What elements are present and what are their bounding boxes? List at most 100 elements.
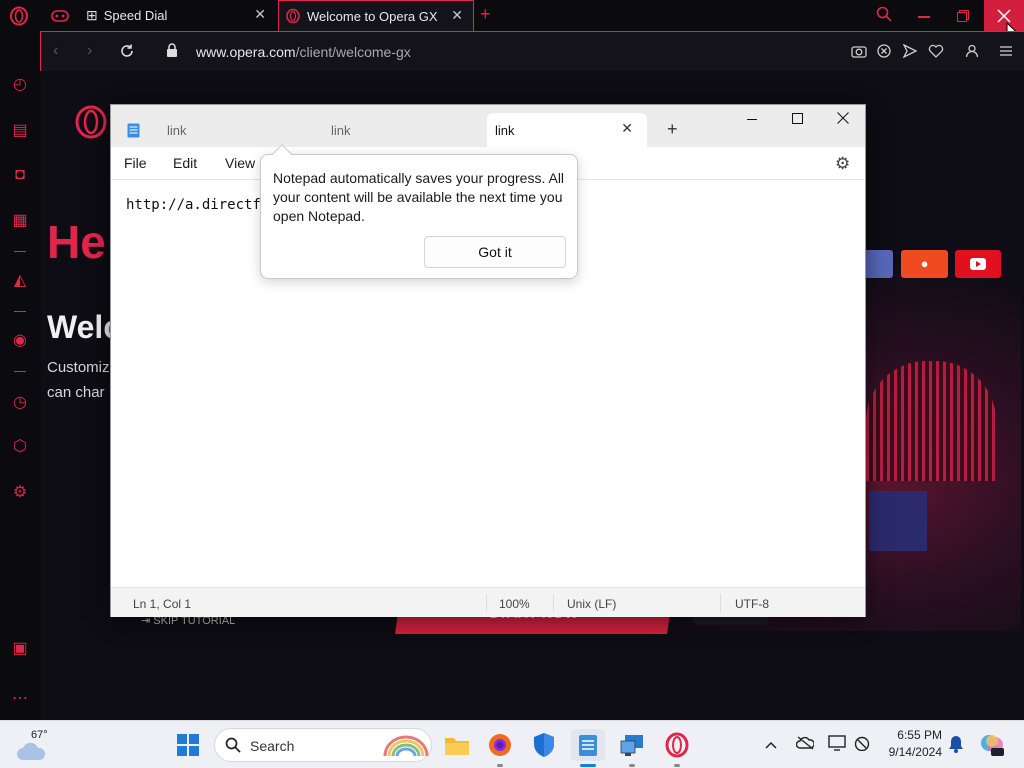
notification-bell-icon[interactable] (948, 735, 964, 758)
opera-logo-icon (10, 6, 28, 26)
windows-logo-icon (177, 734, 199, 756)
sidebar-divider (14, 311, 26, 312)
taskbar-search[interactable]: Search (214, 728, 432, 762)
close-icon (837, 112, 849, 124)
intro-line-2: can char (47, 384, 105, 401)
video-icon[interactable]: ◉ (10, 331, 30, 351)
forward-icon[interactable]: › (87, 42, 92, 60)
camera-icon[interactable] (851, 44, 867, 58)
sidebar-divider (14, 371, 26, 372)
wallpaper-icon[interactable]: ▣ (10, 639, 30, 659)
opera-tab-icon (286, 8, 300, 24)
status-encoding[interactable]: UTF-8 (735, 597, 769, 611)
status-zoom[interactable]: 100% (499, 597, 530, 611)
display-icon[interactable] (828, 735, 846, 756)
file-explorer-icon[interactable] (440, 729, 474, 761)
autosave-teaching-tip: Notepad automatically saves your progres… (260, 144, 578, 279)
search-highlight-icon (383, 735, 429, 757)
windows-taskbar: 67° Search 6:55 PM 9/14/2024 (0, 720, 1024, 768)
minimize-button[interactable] (918, 16, 930, 18)
clock-date: 9/14/2024 (888, 745, 942, 759)
gx-control-sidebar-icon[interactable]: ◴ (10, 75, 30, 95)
send-icon[interactable] (902, 43, 918, 59)
clock-time: 6:55 PM (897, 728, 942, 742)
url-path: /client/welcome-gx (295, 44, 411, 60)
history-icon[interactable]: ◷ (10, 393, 30, 413)
gx-sidebar: ◴ ▤ ◘ ▦ ◭ ◉ ◷ ⬡ ⚙ ▣ ⋯ (0, 31, 40, 720)
cloud-icon (17, 742, 46, 760)
extensions-cube-icon[interactable]: ⬡ (10, 437, 30, 457)
clock[interactable]: 6:55 PM 9/14/2024 (880, 727, 942, 761)
more-icon[interactable]: ⋯ (10, 689, 30, 709)
notepad-titlebar: link link link ✕ + (111, 105, 865, 147)
close-icon (997, 8, 1011, 23)
show-hidden-icons-chevron-icon[interactable] (764, 737, 778, 755)
search-icon (225, 737, 241, 753)
start-button[interactable] (171, 729, 205, 761)
speed-dial-reddit-tile[interactable]: ● (901, 250, 948, 278)
firefox-icon[interactable] (483, 729, 517, 767)
security-shield-icon[interactable] (527, 729, 561, 761)
intro-line-1: Customiz (47, 359, 110, 376)
notepad-tab-label: link (331, 122, 351, 138)
network-status-icon[interactable] (853, 735, 871, 756)
restore-button[interactable] (957, 9, 969, 22)
remote-desktop-icon[interactable] (615, 729, 649, 767)
tab-label: Speed Dial (103, 8, 168, 23)
opera-gx-taskbar-icon[interactable] (660, 729, 694, 767)
running-indicator (497, 764, 503, 767)
close-window-button[interactable] (984, 0, 1024, 31)
weather-widget[interactable]: 67° (16, 727, 66, 763)
got-it-button[interactable]: Got it (424, 236, 566, 268)
notepad-tab-active[interactable]: link ✕ (487, 113, 647, 147)
notepad-text-area[interactable]: http://a.directfi (126, 197, 269, 213)
running-indicator (629, 764, 635, 767)
menu-edit[interactable]: Edit (173, 155, 197, 171)
close-button[interactable] (837, 111, 849, 124)
status-divider (553, 594, 554, 612)
gx-corner-icon[interactable]: ▤ (10, 121, 30, 141)
account-icon[interactable] (965, 44, 979, 58)
twitch-icon[interactable]: ◘ (10, 165, 30, 185)
sidebar-divider (14, 251, 26, 252)
speed-dial-youtube-tile[interactable] (955, 250, 1001, 278)
menu-view[interactable]: View (225, 155, 255, 171)
minimize-button[interactable] (747, 119, 757, 120)
tab-speed-dial[interactable]: ⊞ Speed Dial ✕ (80, 0, 276, 31)
reload-icon[interactable] (119, 43, 135, 59)
url-field[interactable]: www.opera.com/client/welcome-gx (196, 44, 411, 60)
weather-temp: 67° (31, 729, 48, 741)
notepad-statusbar: Ln 1, Col 1 100% Unix (LF) UTF-8 (111, 587, 865, 617)
close-tab-icon[interactable]: ✕ (451, 7, 463, 24)
close-tab-icon[interactable]: ✕ (621, 120, 633, 137)
search-tabs-icon[interactable] (876, 6, 892, 22)
easy-setup-icon[interactable] (999, 44, 1013, 58)
gx-control-icon[interactable] (50, 8, 70, 24)
adblock-icon[interactable] (877, 44, 891, 58)
heart-icon[interactable] (928, 44, 944, 58)
arc-icon[interactable]: ◭ (10, 271, 30, 291)
notepad-taskbar-icon[interactable] (571, 729, 605, 767)
notepad-tab-label: link (495, 122, 515, 138)
copilot-icon[interactable] (980, 733, 1004, 762)
running-indicator (674, 764, 680, 767)
new-tab-button[interactable]: + (480, 4, 491, 25)
notepad-tab-label: link (167, 122, 187, 138)
speed-dial-icon: ⊞ (86, 7, 98, 23)
back-icon[interactable]: ‹ (53, 42, 58, 60)
notepad-tab[interactable]: link (319, 113, 479, 147)
player-icon[interactable]: ▦ (10, 211, 30, 231)
opera-menu-button[interactable] (8, 6, 30, 26)
notepad-tab[interactable]: link (155, 113, 315, 147)
onedrive-offline-icon[interactable] (795, 736, 815, 755)
bg-panel (869, 491, 927, 551)
maximize-button[interactable] (792, 113, 803, 124)
status-line-ending[interactable]: Unix (LF) (567, 597, 616, 611)
close-tab-icon[interactable]: ✕ (254, 6, 266, 23)
lock-icon[interactable] (166, 43, 178, 58)
tab-welcome-gx[interactable]: Welcome to Opera GX ✕ (278, 0, 474, 31)
new-tab-button[interactable]: + (667, 119, 678, 140)
settings-gear-icon[interactable]: ⚙ (835, 154, 850, 174)
menu-file[interactable]: File (124, 155, 147, 171)
settings-gear-icon[interactable]: ⚙ (10, 483, 30, 503)
